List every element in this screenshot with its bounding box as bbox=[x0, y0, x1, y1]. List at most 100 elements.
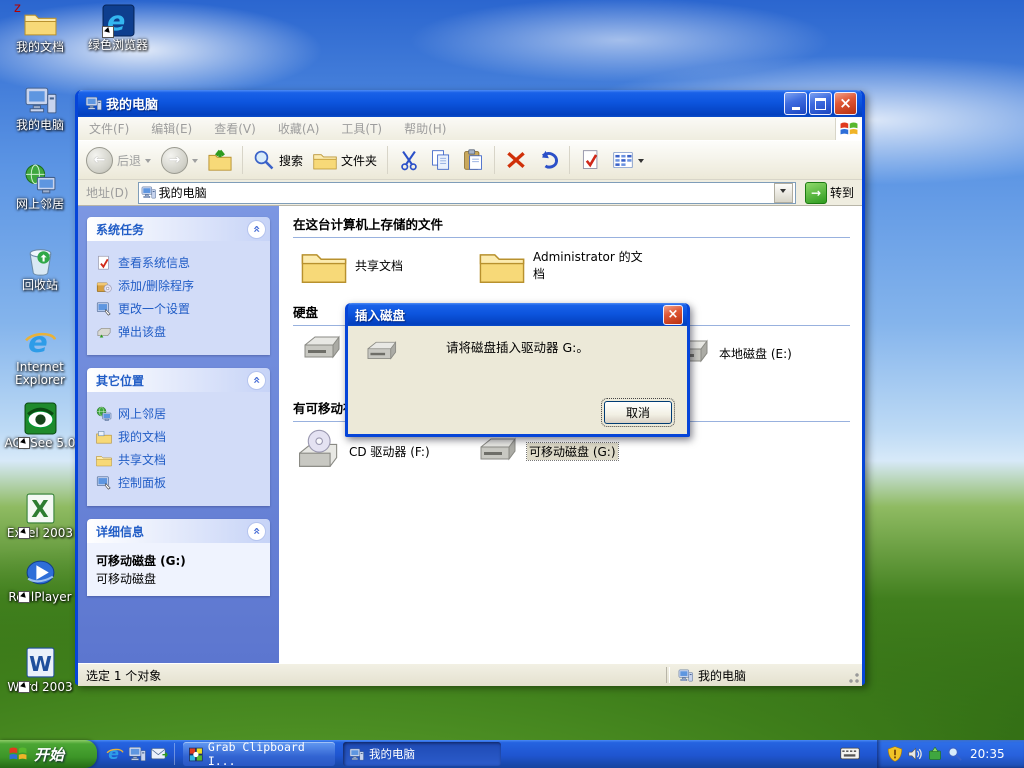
toolbar-separator bbox=[387, 146, 388, 174]
cut-button[interactable] bbox=[394, 147, 424, 173]
desktop-icon-network-places[interactable]: 网上邻居 bbox=[2, 163, 78, 211]
update-package-icon[interactable] bbox=[927, 746, 943, 762]
desktop-icon-label: 我的文档 bbox=[2, 41, 78, 54]
desktop-icon-green-browser[interactable]: 绿色浏览器 bbox=[80, 4, 156, 52]
minimize-button[interactable] bbox=[784, 92, 807, 115]
delete-icon bbox=[505, 149, 527, 171]
windows-flag-icon bbox=[839, 119, 859, 139]
menu-item-view[interactable]: 查看(V) bbox=[203, 120, 267, 137]
collapse-chevron-icon[interactable]: « bbox=[247, 522, 266, 541]
quicklaunch-mail-icon[interactable] bbox=[150, 745, 168, 763]
details-item-name: 可移动磁盘 (G:) bbox=[96, 552, 264, 569]
copy-icon bbox=[430, 149, 452, 171]
internet-explorer-icon bbox=[24, 326, 57, 359]
window-titlebar[interactable]: 我的电脑 × bbox=[78, 90, 862, 117]
desktop-icon-my-computer[interactable]: 我的电脑 bbox=[2, 84, 78, 132]
desktop-icon-recycle-bin[interactable]: 回收站 bbox=[2, 244, 78, 292]
task-add-remove-programs[interactable]: 添加/删除程序 bbox=[96, 277, 264, 294]
up-button[interactable] bbox=[204, 146, 236, 174]
acdsee-icon bbox=[24, 402, 57, 435]
collapse-chevron-icon[interactable]: « bbox=[247, 220, 266, 239]
forward-button[interactable]: → bbox=[157, 145, 202, 176]
address-value: 我的电脑 bbox=[156, 184, 774, 201]
menu-item-tools[interactable]: 工具(T) bbox=[330, 120, 393, 137]
place-shared-documents[interactable]: 共享文档 bbox=[96, 451, 264, 468]
collapse-chevron-icon[interactable]: « bbox=[247, 371, 266, 390]
folder-shared-documents[interactable]: 共享文档 bbox=[301, 246, 403, 284]
input-method-keyboard-icon[interactable] bbox=[840, 746, 860, 761]
menu-item-help[interactable]: 帮助(H) bbox=[393, 120, 457, 137]
menu-item-favorites[interactable]: 收藏(A) bbox=[267, 120, 331, 137]
start-label: 开始 bbox=[34, 744, 64, 765]
menu-item-edit[interactable]: 编辑(E) bbox=[140, 120, 203, 137]
undo-icon bbox=[537, 149, 559, 171]
task-change-setting[interactable]: 更改一个设置 bbox=[96, 300, 264, 317]
cut-icon bbox=[398, 149, 420, 171]
realplayer-icon bbox=[24, 556, 57, 589]
minimize-icon bbox=[792, 107, 800, 110]
desktop-icon-acdsee[interactable]: ACDSee 5.0 bbox=[2, 402, 78, 450]
control-panel-icon bbox=[96, 475, 112, 491]
dialog-titlebar[interactable]: 插入磁盘 × bbox=[348, 303, 687, 326]
forward-dropdown-caret bbox=[192, 159, 198, 166]
status-bar: 选定 1 个对象 我的电脑 bbox=[78, 663, 862, 686]
maximize-button[interactable] bbox=[809, 92, 832, 115]
excel-icon bbox=[24, 492, 57, 525]
task-eject-disk[interactable]: 弹出该盘 bbox=[96, 323, 264, 340]
address-dropdown-button[interactable] bbox=[774, 183, 793, 203]
up-folder-icon bbox=[208, 148, 232, 172]
quicklaunch-ie-icon[interactable] bbox=[106, 745, 124, 763]
place-network[interactable]: 网上邻居 bbox=[96, 405, 264, 422]
back-button[interactable]: ← 后退 bbox=[82, 145, 155, 176]
desktop-icon-excel[interactable]: Excel 2003 bbox=[2, 492, 78, 540]
desktop-icon-label: RealPlayer bbox=[2, 591, 78, 604]
go-button[interactable]: → 转到 bbox=[801, 182, 858, 204]
clock[interactable]: 20:35 bbox=[970, 747, 1005, 761]
taskbar-button-grab-clipboard[interactable]: Grab Clipboard I... bbox=[183, 742, 335, 766]
undo-button[interactable] bbox=[533, 147, 563, 173]
magnifier-tray-icon[interactable] bbox=[947, 746, 963, 762]
dialog-close-button[interactable]: × bbox=[663, 305, 683, 325]
desktop-icon-my-documents[interactable]: 我的文档 bbox=[2, 6, 78, 54]
address-bar: 地址(D) 我的电脑 → 转到 bbox=[78, 180, 862, 206]
folder-administrator-documents[interactable]: Administrator 的文档 bbox=[479, 246, 651, 284]
folder-icon bbox=[301, 246, 347, 284]
paste-button[interactable] bbox=[458, 147, 488, 173]
menu-item-file[interactable]: 文件(F) bbox=[78, 120, 140, 137]
check-document-icon bbox=[580, 149, 602, 171]
toolbar-separator bbox=[242, 146, 243, 174]
place-my-documents[interactable]: 我的文档 bbox=[96, 428, 264, 445]
taskbar-button-my-computer[interactable]: 我的电脑 bbox=[343, 742, 501, 766]
desktop-icon-internet-explorer[interactable]: Internet Explorer bbox=[2, 326, 78, 387]
drive-removable-g[interactable]: 可移动磁盘 (G:) bbox=[475, 434, 618, 468]
place-control-panel[interactable]: 控制面板 bbox=[96, 474, 264, 491]
shortcut-arrow-icon bbox=[18, 681, 30, 693]
start-button[interactable]: 开始 bbox=[0, 740, 97, 768]
grab-clipboard-icon bbox=[189, 747, 203, 762]
desktop-icon-label: Excel 2003 bbox=[2, 527, 78, 540]
views-button[interactable] bbox=[608, 147, 648, 173]
drive-hidden-behind-dialog[interactable] bbox=[299, 332, 343, 366]
close-button[interactable]: × bbox=[834, 92, 857, 115]
search-button[interactable]: 搜索 bbox=[249, 147, 307, 173]
resize-grip[interactable] bbox=[848, 672, 860, 684]
desktop-icon-word[interactable]: Word 2003 bbox=[2, 646, 78, 694]
desktop-icon-label: ACDSee 5.0 bbox=[2, 437, 78, 450]
properties-button[interactable] bbox=[576, 147, 606, 173]
address-input[interactable]: 我的电脑 bbox=[138, 182, 796, 204]
details-header[interactable]: 详细信息 « bbox=[87, 519, 270, 543]
cancel-button[interactable]: 取消 bbox=[604, 401, 672, 424]
copy-button[interactable] bbox=[426, 147, 456, 173]
task-view-system-info[interactable]: 查看系统信息 bbox=[96, 254, 264, 271]
menu-bar: 文件(F) 编辑(E) 查看(V) 收藏(A) 工具(T) 帮助(H) bbox=[78, 117, 862, 141]
desktop-icon-realplayer[interactable]: RealPlayer bbox=[2, 556, 78, 604]
recycle-bin-icon bbox=[24, 244, 57, 277]
folders-button[interactable]: 文件夹 bbox=[309, 148, 381, 172]
system-tasks-header[interactable]: 系统任务 « bbox=[87, 217, 270, 241]
quicklaunch-show-desktop-icon[interactable] bbox=[128, 745, 146, 763]
volume-icon[interactable] bbox=[907, 746, 923, 762]
other-places-header[interactable]: 其它位置 « bbox=[87, 368, 270, 392]
security-shield-icon[interactable] bbox=[887, 746, 903, 762]
delete-button[interactable] bbox=[501, 147, 531, 173]
disk-drive-icon bbox=[363, 339, 399, 365]
